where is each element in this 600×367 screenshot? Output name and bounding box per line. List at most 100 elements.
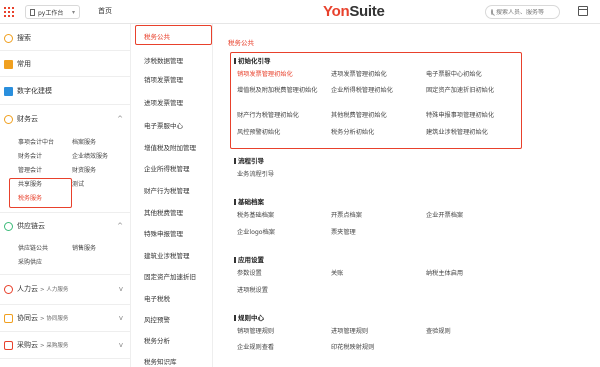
- nav-finance-cloud[interactable]: 财务云 ^: [0, 110, 131, 128]
- section-title-archive: 基础档案: [234, 196, 264, 206]
- breadcrumb: 税务公共: [228, 39, 254, 47]
- menu-item[interactable]: 电子税税: [144, 293, 170, 303]
- rules-link[interactable]: 查验规则: [426, 326, 451, 335]
- app-link[interactable]: 纳税主体启用: [426, 268, 463, 277]
- finance-sub-item[interactable]: 事项会计中台: [18, 137, 54, 146]
- document-icon: [30, 8, 35, 16]
- nav-digital-modeling[interactable]: 数字化建模: [0, 82, 131, 100]
- nav-digital-label: 数字化建模: [17, 87, 52, 95]
- nav-finance-label: 财务云: [17, 115, 38, 123]
- init-link[interactable]: 财产行为税管理初始化: [237, 110, 299, 119]
- home-tab[interactable]: 首页: [98, 6, 112, 16]
- rules-link[interactable]: 企业规则查看: [237, 342, 274, 351]
- supply-chain-icon: [4, 221, 13, 231]
- tax-service-highlight: [9, 178, 72, 208]
- section-title-flow: 流程引导: [234, 155, 264, 165]
- nav-hr-cloud[interactable]: 人力云 > 人力服务 v: [0, 280, 131, 298]
- nav-common[interactable]: 常用: [0, 55, 131, 73]
- archive-link[interactable]: 税务基础档案: [237, 210, 274, 219]
- tax-menu-column: 税务公共 涉税数据管理 销项发票管理 进项发票管理 电子票服中心 增值税及附加管…: [135, 24, 213, 367]
- nav-search[interactable]: 搜索: [0, 29, 131, 47]
- purchase-icon: [4, 340, 13, 350]
- rules-link[interactable]: 进项管理规则: [331, 326, 368, 335]
- supply-sub-item[interactable]: 采购供应: [18, 257, 42, 266]
- search-input[interactable]: [496, 8, 556, 16]
- nav-purchase-label: 采购云: [17, 341, 38, 349]
- archive-link[interactable]: 开票点档案: [331, 210, 362, 219]
- divider: [0, 212, 131, 213]
- menu-item[interactable]: 企业所得税管理: [144, 163, 190, 173]
- divider: [0, 50, 131, 51]
- init-link[interactable]: 固定资产加速折旧初始化: [426, 85, 494, 94]
- nav-collab-cloud[interactable]: 协同云 > 协同服务 v: [0, 309, 131, 327]
- finance-icon: [4, 114, 13, 124]
- finance-sub-item[interactable]: 财资服务: [72, 165, 96, 174]
- calendar-icon[interactable]: [578, 6, 588, 16]
- archive-link[interactable]: 票夹管理: [331, 227, 356, 236]
- chevron-down-icon: v: [118, 341, 123, 349]
- workspace-select[interactable]: py工作台 ▾: [25, 5, 80, 19]
- menu-item[interactable]: 税务知识库: [144, 356, 177, 366]
- init-link[interactable]: 其他税费管理初始化: [331, 110, 387, 119]
- workspace-label: py工作台: [38, 9, 64, 17]
- nav-purchase-sub: > 采购服务: [40, 343, 69, 349]
- tax-common-content: 税务公共 初始化引导 销项发票管理初始化 进项发票管理初始化 电子票服中心初始化…: [220, 24, 600, 367]
- finance-sub-item[interactable]: 档案服务: [72, 137, 96, 146]
- init-link[interactable]: 电子票服中心初始化: [426, 69, 482, 78]
- init-link[interactable]: 风控预警初始化: [237, 127, 280, 136]
- nav-hr-label: 人力云: [17, 285, 38, 293]
- finance-sub-item[interactable]: 测试: [72, 179, 84, 188]
- chevron-down-icon: v: [118, 314, 123, 322]
- finance-sub-item[interactable]: 管理会计: [18, 165, 42, 174]
- init-link[interactable]: 销项发票管理初始化: [237, 69, 293, 78]
- rules-link[interactable]: 销项管理规则: [237, 326, 274, 335]
- chevron-up-icon: ^: [117, 115, 123, 123]
- menu-item[interactable]: 建筑业涉税管理: [144, 250, 190, 260]
- divider: [0, 331, 131, 332]
- finance-sub-item[interactable]: 企业绩效服务: [72, 151, 108, 160]
- section-title-init: 初始化引导: [234, 55, 271, 65]
- divider: [0, 274, 131, 275]
- archive-link[interactable]: 企业logo档案: [237, 227, 275, 236]
- rules-link[interactable]: 印花税映射规则: [331, 342, 374, 351]
- yonsuite-logo: YonSuite: [323, 3, 385, 20]
- hr-icon: [4, 284, 13, 294]
- tax-common-highlight: [135, 25, 212, 45]
- menu-item[interactable]: 增值税及附加管理: [144, 142, 196, 152]
- supply-sub-item[interactable]: 供应链公共: [18, 243, 48, 252]
- menu-item[interactable]: 其他税费管理: [144, 207, 183, 217]
- finance-sub-item[interactable]: 财务会计: [18, 151, 42, 160]
- init-link[interactable]: 增值税及附加税费管理初始化: [237, 85, 317, 94]
- star-icon: [4, 59, 13, 69]
- divider: [0, 104, 131, 105]
- init-link[interactable]: 特殊申报事项管理初始化: [426, 110, 494, 119]
- menu-item[interactable]: 财产行为税管理: [144, 185, 190, 195]
- section-title-app: 应用设置: [234, 254, 264, 264]
- init-link[interactable]: 税务分析初始化: [331, 127, 374, 136]
- nav-supply-chain[interactable]: 供应链云 ^: [0, 217, 131, 235]
- menu-item[interactable]: 税务分析: [144, 335, 170, 345]
- supply-sub-item[interactable]: 销售服务: [72, 243, 96, 252]
- menu-item[interactable]: 固定资产加速折旧: [144, 271, 196, 281]
- menu-item[interactable]: 风控预警: [144, 314, 170, 324]
- menu-item[interactable]: 涉税数据管理: [144, 55, 183, 65]
- init-link[interactable]: 企业所得税管理初始化: [331, 85, 393, 94]
- archive-link[interactable]: 企业开票档案: [426, 210, 463, 219]
- menu-item[interactable]: 进项发票管理: [144, 97, 183, 107]
- global-search[interactable]: [485, 5, 560, 19]
- divider: [0, 358, 131, 359]
- nav-collab-sub: > 协同服务: [40, 316, 69, 322]
- app-link[interactable]: 关账: [331, 268, 343, 277]
- collab-icon: [4, 313, 13, 323]
- app-grid-icon[interactable]: [4, 7, 14, 17]
- flow-link[interactable]: 业务流程引导: [237, 169, 274, 178]
- nav-purchase-cloud[interactable]: 采购云 > 采购服务 v: [0, 336, 131, 354]
- app-link[interactable]: 参数设置: [237, 268, 262, 277]
- app-link[interactable]: 进项税设置: [237, 285, 268, 294]
- menu-item[interactable]: 销项发票管理: [144, 74, 183, 84]
- menu-item[interactable]: 特殊申报管理: [144, 228, 183, 238]
- init-link[interactable]: 建筑业涉税管理初始化: [426, 127, 488, 136]
- search-icon: [491, 9, 493, 15]
- menu-item[interactable]: 电子票服中心: [144, 120, 183, 130]
- init-link[interactable]: 进项发票管理初始化: [331, 69, 387, 78]
